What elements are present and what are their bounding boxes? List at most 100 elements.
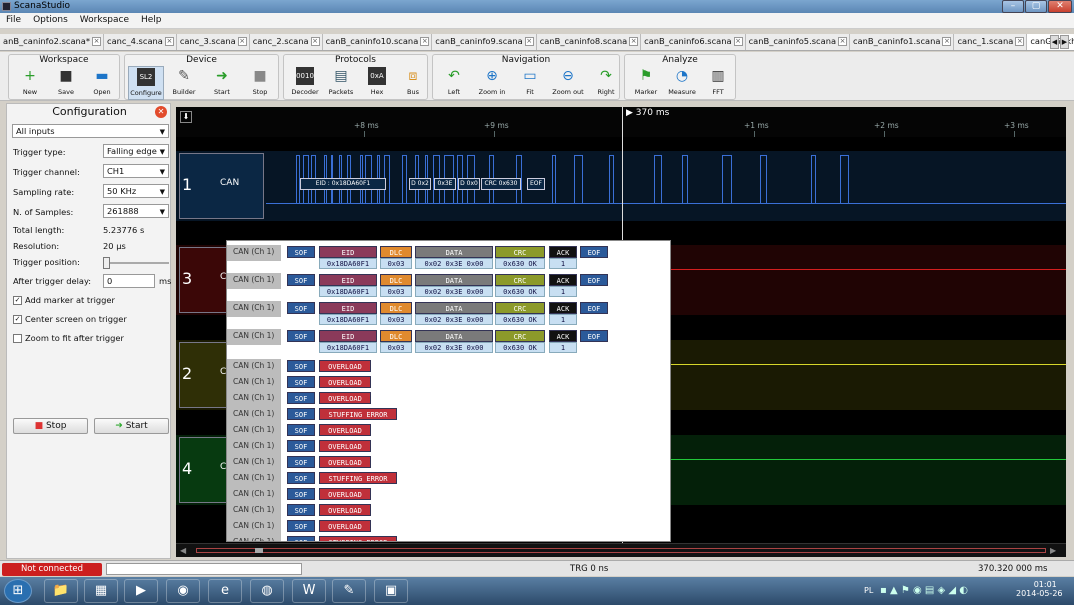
close-button[interactable]: ✕ (1048, 0, 1072, 13)
taskbar-app[interactable]: ◉ (166, 579, 200, 603)
packet-row[interactable]: CAN (Ch 1) SOF EID 0x18DA60F1 DLC 0x03 DATA 0x0… (227, 301, 670, 327)
start-button[interactable]: ➜ Start (204, 66, 240, 100)
packet-row[interactable]: CAN (Ch 1) SOF STUFFING ERROR (227, 407, 670, 423)
packet-row[interactable]: CAN (Ch 1) SOF OVERLOAD (227, 359, 670, 375)
right-button[interactable]: ↷ Right (588, 66, 624, 100)
menu-file[interactable]: File (0, 13, 27, 27)
close-tab-icon[interactable]: × (310, 37, 320, 46)
tray-icons[interactable]: ▪ ▲ ⚑ ◉ ▤ ◈ ◢ ◐ (880, 585, 968, 596)
scroll-left-icon[interactable]: ◀ (180, 546, 186, 555)
fit-button[interactable]: ▭ Fit (512, 66, 548, 100)
tab-next-button[interactable]: ▶ (1060, 35, 1069, 49)
builder-button[interactable]: ✎ Builder (166, 66, 202, 100)
file-tab[interactable]: canB_caninfo6.scana × (641, 34, 746, 50)
packet-row[interactable]: CAN (Ch 1) SOF OVERLOAD (227, 375, 670, 391)
after-delay-input[interactable]: 0 (103, 274, 155, 288)
scroll-right-icon[interactable]: ▶ (1050, 546, 1056, 555)
file-tab[interactable]: canB_caninfo5.scana × (745, 34, 851, 50)
packet-row[interactable]: CAN (Ch 1) SOF STUFFING ERROR (227, 535, 670, 541)
packet-row[interactable]: CAN (Ch 1) SOF OVERLOAD (227, 439, 670, 455)
file-tab[interactable]: anB_caninfo2.scana* × (0, 34, 105, 50)
packet-row[interactable]: CAN (Ch 1) SOF OVERLOAD (227, 455, 670, 471)
menu-options[interactable]: Options (27, 13, 74, 27)
file-tab[interactable]: canB_caninfo1.scana × (850, 34, 955, 50)
packet-row[interactable]: CAN (Ch 1) SOF OVERLOAD (227, 391, 670, 407)
packet-row[interactable]: CAN (Ch 1) SOF OVERLOAD (227, 423, 670, 439)
packet-row[interactable]: CAN (Ch 1) SOF OVERLOAD (227, 487, 670, 503)
taskbar-app[interactable]: ◍ (250, 579, 284, 603)
trigger-position-handle[interactable] (103, 257, 110, 269)
packets-button[interactable]: ▤ Packets (323, 66, 359, 100)
tab-prev-button[interactable]: ◀ (1050, 35, 1059, 49)
maximize-button[interactable]: ▢ (1025, 0, 1047, 13)
sampling-rate-select[interactable]: 50 KHz ▼ (103, 184, 169, 198)
left-button[interactable]: ↶ Left (436, 66, 472, 100)
trigger-type-select[interactable]: Falling edge ▼ (103, 144, 169, 158)
menu-workspace[interactable]: Workspace (74, 13, 135, 27)
fft-button[interactable]: ▥ FFT (700, 66, 736, 100)
file-tab[interactable]: canc_2.scana × (249, 34, 323, 50)
close-tab-icon[interactable]: × (942, 37, 952, 46)
trigger-channel-select[interactable]: CH1 ▼ (103, 164, 169, 178)
channel-1[interactable]: 1 CAN EID : 0x18DA60F1 D 0x2 0x3E D 0x0 CRC 0x… (176, 151, 1066, 221)
packet-row[interactable]: CAN (Ch 1) SOF STUFFING ERROR (227, 471, 670, 487)
close-tab-icon[interactable]: × (237, 37, 247, 46)
stop-button[interactable]: ■ Stop (13, 418, 88, 434)
file-tab[interactable]: canB_caninfo8.scana × (536, 34, 642, 50)
packet-row[interactable]: CAN (Ch 1) SOF OVERLOAD (227, 519, 670, 535)
close-tab-icon[interactable]: × (838, 37, 848, 46)
close-tab-icon[interactable]: × (164, 37, 174, 46)
packet-view[interactable]: CAN (Ch 1) SOF EID 0x18DA60F1 DLC 0x03 DATA 0x0… (226, 240, 671, 542)
measure-button[interactable]: ◔ Measure (664, 66, 700, 100)
samples-select[interactable]: 261888 ▼ (103, 204, 169, 218)
start-button[interactable]: ⊞ (4, 579, 32, 603)
minimize-button[interactable]: – (1002, 0, 1024, 13)
collapse-icon[interactable]: ⬇ (180, 111, 192, 123)
center-screen-checkbox[interactable]: ✓ Center screen on trigger (13, 314, 127, 324)
close-tab-icon[interactable]: × (733, 37, 743, 46)
close-tab-icon[interactable]: × (629, 37, 639, 46)
file-tab[interactable]: canc_1.scana × (954, 34, 1028, 50)
close-tab-icon[interactable]: × (420, 37, 430, 46)
hex-button[interactable]: 0xA Hex (359, 66, 395, 100)
close-tab-icon[interactable]: × (1015, 37, 1025, 46)
zoom-fit-checkbox[interactable]: Zoom to fit after trigger (13, 333, 124, 343)
decoder-button[interactable]: 0010 Decoder (287, 66, 323, 100)
packet-row[interactable]: CAN (Ch 1) SOF EID 0x18DA60F1 DLC 0x03 DATA 0x0… (227, 273, 670, 299)
inputs-select[interactable]: All inputs ▼ (12, 124, 169, 138)
taskbar-app[interactable]: ▣ (374, 579, 408, 603)
file-tab[interactable]: canB_caninfo9.scana × (432, 34, 537, 50)
packet-row[interactable]: CAN (Ch 1) SOF OVERLOAD (227, 503, 670, 519)
trigger-position-slider[interactable] (103, 257, 169, 269)
config-close-icon[interactable]: ✕ (155, 106, 167, 118)
open-button[interactable]: ▬ Open (84, 66, 120, 100)
language-indicator[interactable]: PL (864, 586, 873, 595)
taskbar-app[interactable]: W (292, 579, 326, 603)
zoom-out-button[interactable]: ⊖ Zoom out (550, 66, 586, 100)
packet-row[interactable]: CAN (Ch 1) SOF EID 0x18DA60F1 DLC 0x03 DATA 0x0… (227, 245, 670, 271)
file-tab[interactable]: canc_3.scana × (176, 34, 250, 50)
taskbar-app[interactable]: 📁 (44, 579, 78, 603)
close-tab-icon[interactable]: × (524, 37, 534, 46)
taskbar-app[interactable]: e (208, 579, 242, 603)
horizontal-scrollbar[interactable]: ◀ ▶ (176, 543, 1066, 557)
stop-button[interactable]: ■ Stop (242, 66, 278, 100)
scroll-track[interactable] (196, 548, 1046, 553)
new-button[interactable]: + New (12, 66, 48, 100)
taskbar-app[interactable]: ▶ (124, 579, 158, 603)
add-marker-checkbox[interactable]: ✓ Add marker at trigger (13, 295, 115, 305)
close-tab-icon[interactable]: × (92, 37, 102, 46)
packet-row[interactable]: CAN (Ch 1) SOF EID 0x18DA60F1 DLC 0x03 DATA 0x0… (227, 329, 670, 355)
taskbar-app[interactable]: ▦ (84, 579, 118, 603)
menu-help[interactable]: Help (135, 13, 168, 27)
configure-button[interactable]: SL2 Configure (128, 66, 164, 100)
file-tab[interactable]: canB_caninfo10.scana × (322, 34, 433, 50)
marker-button[interactable]: ⚑ Marker (628, 66, 664, 100)
scroll-thumb[interactable] (255, 548, 263, 553)
save-button[interactable]: ■ Save (48, 66, 84, 100)
taskbar-app[interactable]: ✎ (332, 579, 366, 603)
zoom-in-button[interactable]: ⊕ Zoom in (474, 66, 510, 100)
bus-button[interactable]: ⧈ Bus (395, 66, 431, 100)
start-button[interactable]: ➜ Start (94, 418, 169, 434)
file-tab[interactable]: canc_4.scana × (104, 34, 177, 50)
